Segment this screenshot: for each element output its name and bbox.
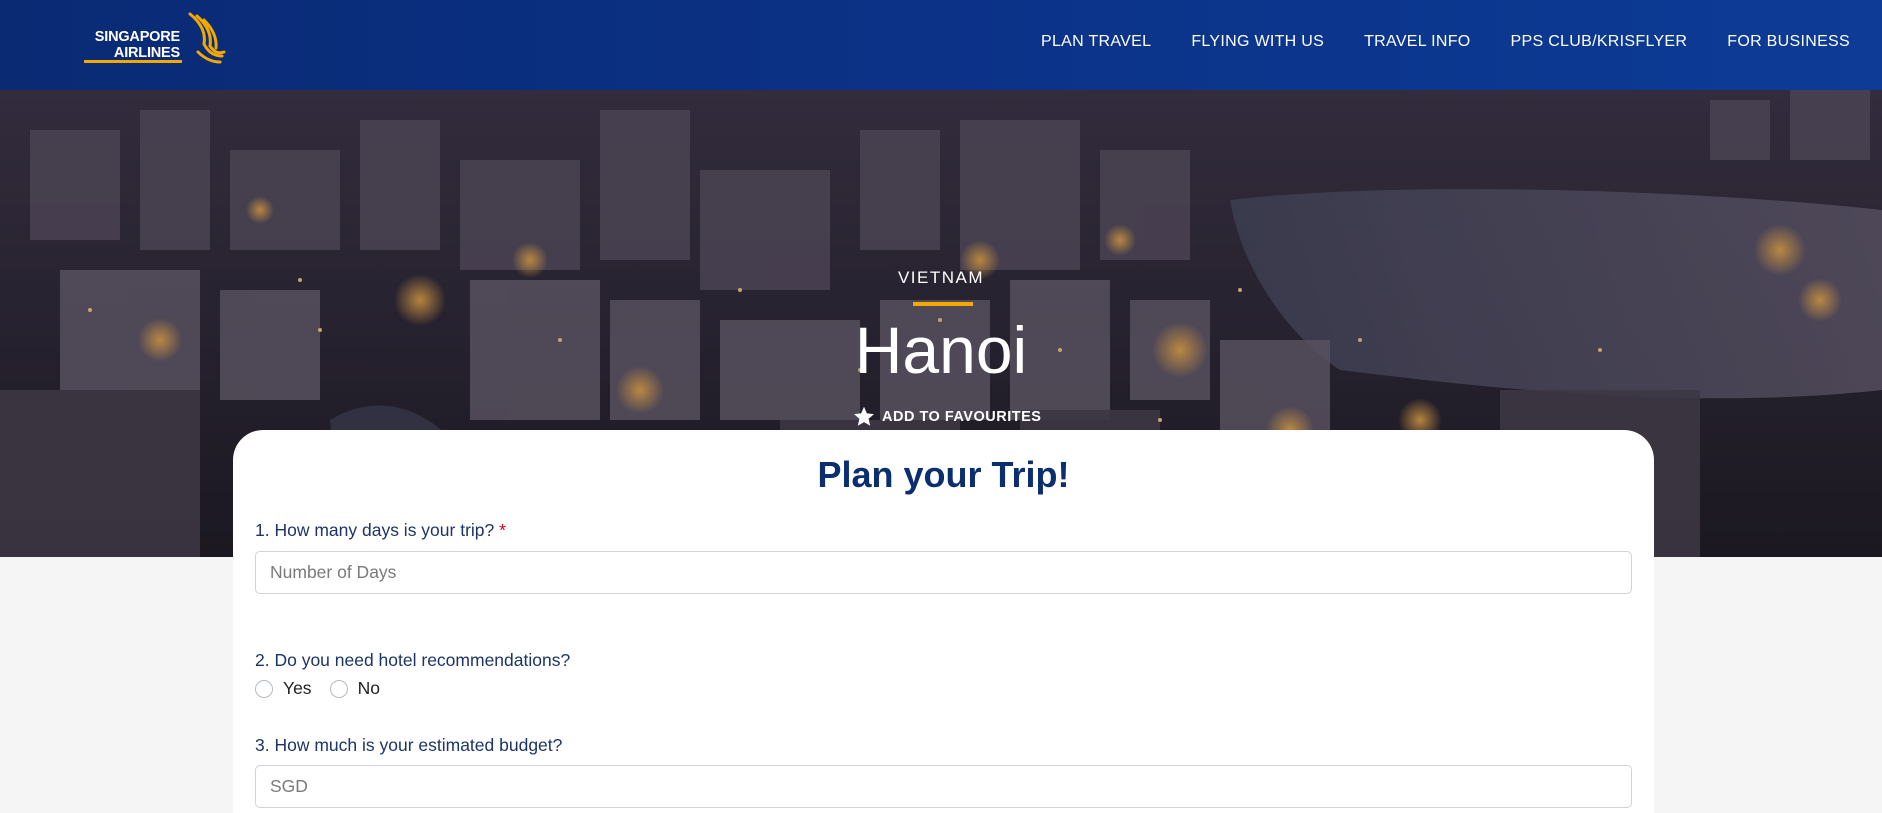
required-marker: * (499, 520, 506, 540)
logo-underline (84, 60, 182, 63)
form-title: Plan your Trip! (817, 454, 1070, 495)
nav-for-business[interactable]: FOR BUSINESS (1707, 30, 1870, 54)
hotel-no-radio[interactable] (329, 679, 348, 698)
site-header: SINGAPORE AIRLINES PLAN TRAVEL FLYING WI… (0, 0, 1882, 90)
trip-days-input[interactable] (255, 551, 1632, 594)
singapore-airlines-logo[interactable]: SINGAPORE AIRLINES (84, 12, 226, 68)
logo-line-2: AIRLINES (113, 45, 180, 61)
hotel-no-label: No (357, 678, 380, 698)
hotel-yes-option[interactable]: Yes (255, 678, 312, 699)
nav-travel-info[interactable]: TRAVEL INFO (1344, 30, 1490, 54)
logo-wordmark: SINGAPORE AIRLINES (84, 29, 180, 61)
logo-line-1: SINGAPORE (94, 29, 180, 45)
main-nav: PLAN TRAVEL FLYING WITH US TRAVEL INFO P… (1021, 30, 1870, 54)
add-to-favourites-button[interactable]: ADD TO FAVOURITES (852, 405, 1041, 429)
country-accent-bar (913, 302, 973, 306)
destination-country: VIETNAM (897, 268, 985, 287)
nav-flying-with-us[interactable]: FLYING WITH US (1171, 30, 1344, 54)
add-to-favourites-label: ADD TO FAVOURITES (882, 409, 1042, 425)
destination-city-title: Hanoi (854, 313, 1028, 387)
hotel-yes-label: Yes (283, 678, 312, 698)
sia-bird-logo-icon (188, 12, 226, 64)
question-1-text: 1. How many days is your trip? (255, 520, 495, 540)
star-icon (854, 406, 874, 426)
question-1-label: 1. How many days is your trip? * (255, 520, 506, 541)
question-2-label: 2. Do you need hotel recommendations? (255, 650, 571, 670)
hotel-yes-radio[interactable] (255, 679, 273, 698)
question-3-label: 3. How much is your estimated budget? (255, 735, 563, 755)
hotel-no-option[interactable]: No (329, 678, 380, 699)
budget-input[interactable] (255, 765, 1632, 808)
nav-plan-travel[interactable]: PLAN TRAVEL (1021, 30, 1171, 54)
plan-trip-form: Plan your Trip! 1. How many days is your… (233, 430, 1654, 813)
hotel-recommendation-radio-group: Yes No (255, 678, 380, 699)
nav-pps-club-krisflyer[interactable]: PPS CLUB/KRISFLYER (1491, 30, 1708, 54)
